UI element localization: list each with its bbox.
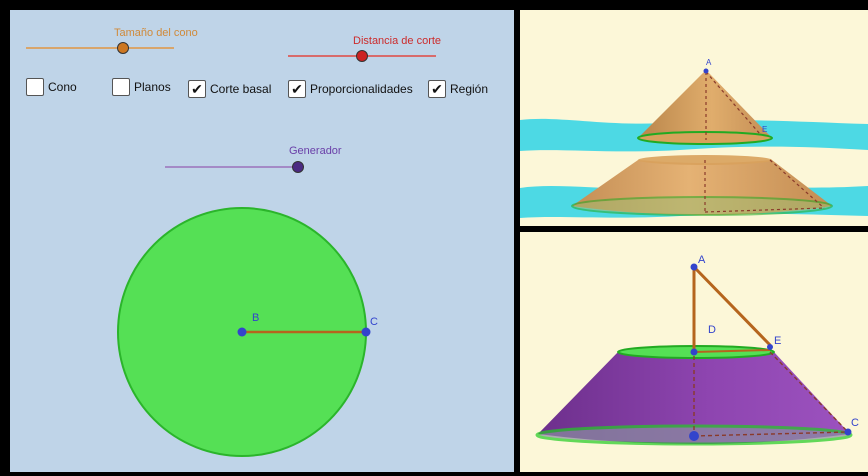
segment-ae[interactable] [692,265,772,347]
point-a[interactable] [703,68,709,74]
point-base-center[interactable] [689,431,699,441]
point-c[interactable] [361,327,371,337]
point-c-label: C [370,316,378,328]
point-c-label: C [851,417,859,429]
point-c[interactable] [844,428,852,436]
frustum-3d-canvas[interactable]: A D E C [520,232,868,472]
point-b[interactable] [237,327,247,337]
lower-frustum-base [571,196,833,216]
base-circle-view: B C [117,207,378,457]
point-b-label: B [252,312,259,324]
cone-3d-view[interactable]: A E [520,10,868,226]
frustum-3d-view[interactable]: A D E C [520,232,868,472]
upper-cone-base [637,131,773,145]
point-e-label: E [774,335,781,347]
point-e[interactable] [767,344,773,350]
point-a-label: A [706,58,712,67]
point-a-label: A [698,254,706,266]
point-d-label: D [708,324,716,336]
point-e-label: E [762,125,767,134]
cone-3d-canvas[interactable]: A E [520,10,868,226]
algebra-graphics-panel: Tamaño del cono Distancia de corte Cono … [10,10,514,472]
point-d[interactable] [690,348,698,356]
point-a[interactable] [690,263,698,271]
